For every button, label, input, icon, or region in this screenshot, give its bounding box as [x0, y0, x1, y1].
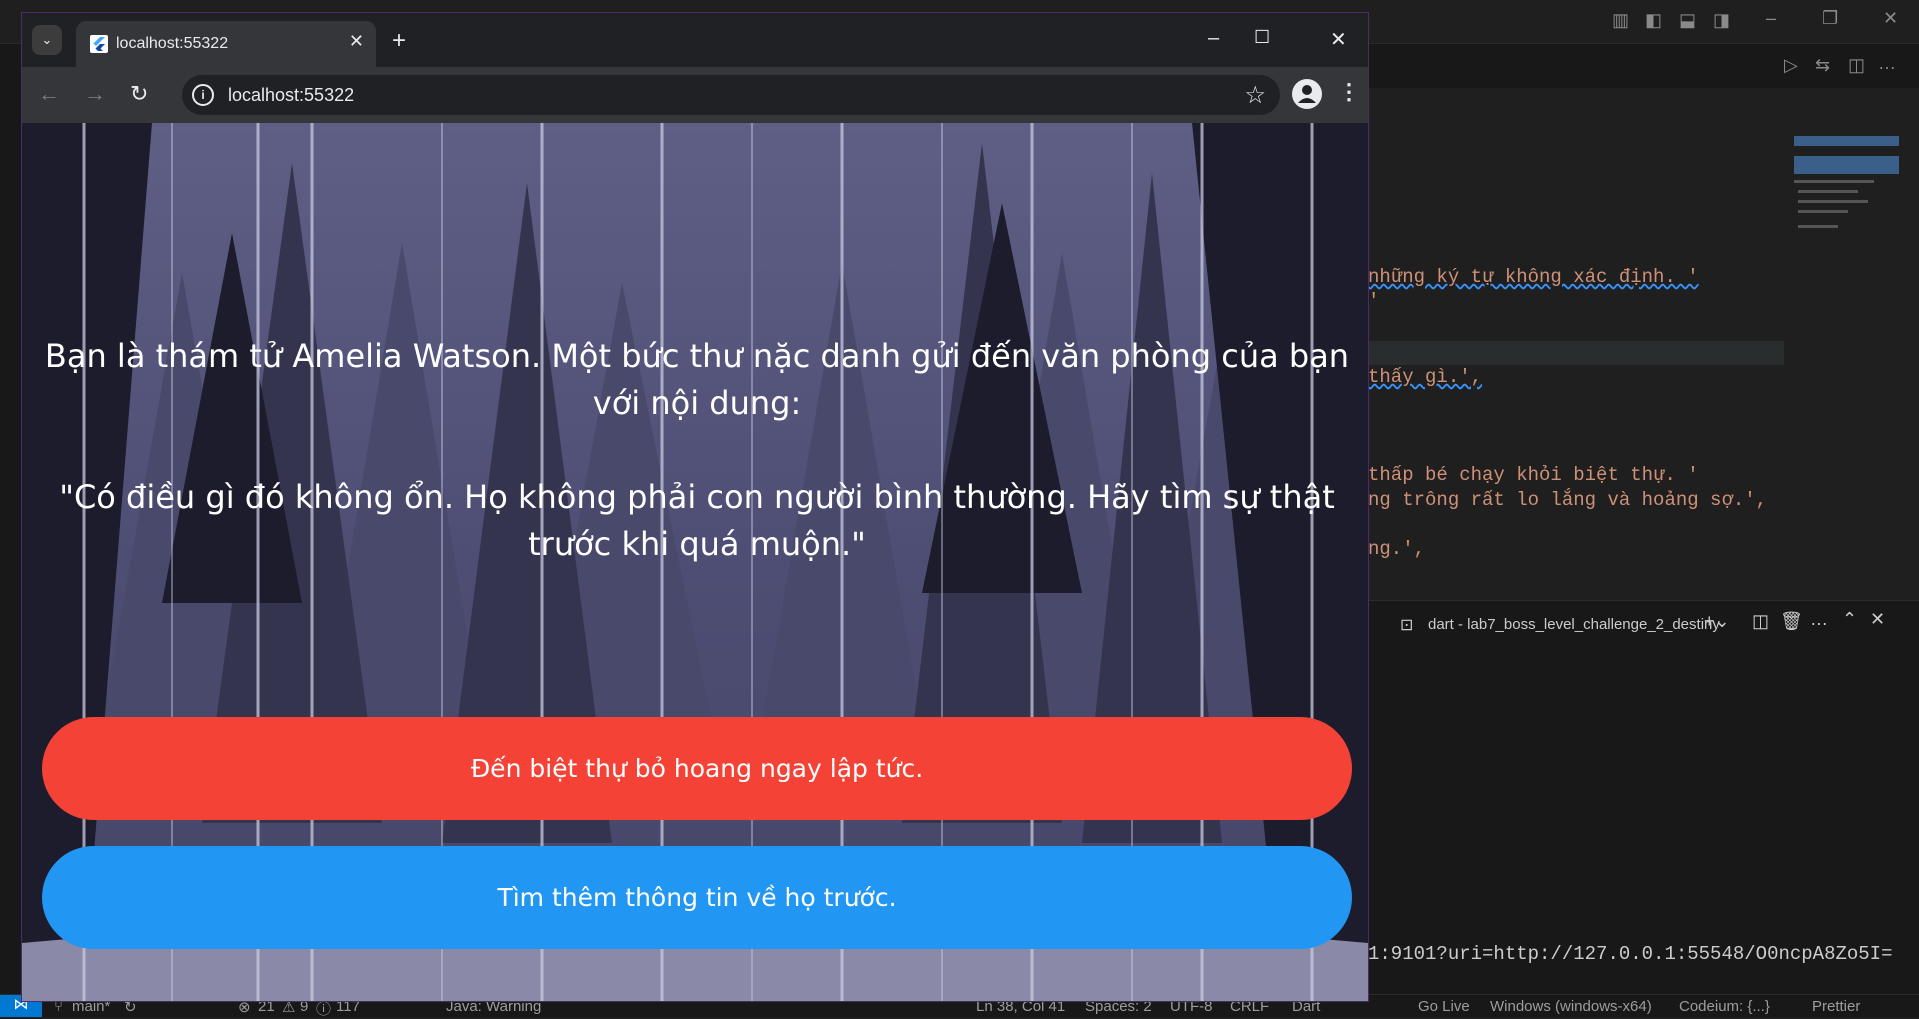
- terminal-tab-label[interactable]: dart - lab7_boss_level_challenge_2_desti…: [1428, 616, 1720, 633]
- tab-search-button[interactable]: ⌄: [32, 25, 62, 55]
- tab-title: localhost:55322: [116, 35, 229, 52]
- story-paragraph-letter: "Có điều gì đó không ổn. Họ không phải c…: [59, 478, 1335, 563]
- codeium-status[interactable]: Codeium: {...}: [1679, 998, 1770, 1015]
- maximize-panel-icon[interactable]: ⌃: [1842, 609, 1857, 630]
- code-line[interactable]: thấp bé chạy khỏi biệt thự. ': [1368, 464, 1699, 486]
- trash-icon[interactable]: 🗑: [1780, 611, 1803, 632]
- compare-icon[interactable]: ⇆: [1815, 55, 1830, 76]
- editor-tabs-bar: ▷ ⇆ ◫ …: [1368, 44, 1919, 88]
- browser-menu-icon[interactable]: ⋮: [1338, 79, 1360, 105]
- close-panel-icon[interactable]: ✕: [1870, 609, 1885, 630]
- choice-button-go-mansion[interactable]: Đến biệt thự bỏ hoang ngay lập tức.: [42, 717, 1352, 820]
- toggle-panel-icon[interactable]: ⬓: [1679, 10, 1696, 31]
- more-actions-icon[interactable]: …: [1878, 53, 1896, 74]
- close-window-icon[interactable]: ✕: [1330, 27, 1347, 52]
- new-terminal-icon[interactable]: +⌄: [1704, 611, 1730, 632]
- flutter-icon: [90, 35, 108, 53]
- platform[interactable]: Windows (windows-x64): [1490, 998, 1652, 1015]
- split-editor-icon[interactable]: ◫: [1848, 55, 1865, 76]
- browser-window: ⌄ localhost:55322 ✕ + – ☐ ✕ ← → ↻ i loca…: [21, 12, 1369, 1002]
- split-terminal-icon[interactable]: ◫: [1752, 611, 1769, 632]
- address-bar[interactable]: i localhost:55322 ☆: [182, 75, 1280, 115]
- story-text: Bạn là thám tử Amelia Watson. Một bức th…: [38, 333, 1356, 615]
- choice-button-research-first[interactable]: Tìm thêm thông tin về họ trước.: [42, 846, 1352, 949]
- reload-icon[interactable]: ↻: [130, 81, 148, 107]
- browser-toolbar: ← → ↻ i localhost:55322 ☆ ⋮: [22, 67, 1368, 123]
- terminal-output[interactable]: 1:9101?uri=http://127.0.0.1:55548/O0ncpA…: [1368, 943, 1893, 965]
- terminal-icon: ⊡: [1400, 617, 1414, 634]
- minimize-icon[interactable]: –: [1766, 8, 1776, 29]
- more-icon[interactable]: …: [1810, 609, 1828, 630]
- forward-icon[interactable]: →: [84, 81, 106, 107]
- story-paragraph-intro: Bạn là thám tử Amelia Watson. Một bức th…: [44, 337, 1350, 422]
- code-line[interactable]: ': [1368, 290, 1379, 312]
- profile-avatar-icon[interactable]: [1292, 79, 1322, 109]
- tab-close-icon[interactable]: ✕: [349, 31, 364, 52]
- activity-bar: [0, 44, 22, 994]
- minimap[interactable]: [1790, 110, 1905, 330]
- run-icon[interactable]: ▷: [1784, 55, 1798, 76]
- back-icon[interactable]: ←: [38, 81, 60, 107]
- game-screen: Bạn là thám tử Amelia Watson. Một bức th…: [22, 123, 1368, 1001]
- close-icon[interactable]: ✕: [1883, 8, 1898, 29]
- bookmark-star-icon[interactable]: ☆: [1244, 81, 1266, 110]
- toggle-sidebar-icon[interactable]: ◧: [1645, 10, 1662, 31]
- tab-strip: ⌄ localhost:55322 ✕ + – ☐ ✕: [22, 13, 1368, 67]
- new-tab-button[interactable]: +: [392, 27, 406, 55]
- maximize-icon[interactable]: ☐: [1254, 27, 1270, 48]
- restore-icon[interactable]: ❐: [1822, 8, 1838, 29]
- code-line[interactable]: những ký tự không xác định. ': [1368, 266, 1699, 288]
- current-line-highlight: [1368, 341, 1784, 365]
- url-text[interactable]: localhost:55322: [228, 85, 354, 106]
- site-info-icon[interactable]: i: [192, 84, 214, 106]
- minimize-icon[interactable]: –: [1208, 27, 1219, 50]
- code-line[interactable]: thấy gì.',: [1368, 366, 1482, 388]
- code-line[interactable]: ng.',: [1368, 538, 1425, 560]
- active-tab[interactable]: localhost:55322 ✕: [76, 21, 376, 67]
- layout-icon[interactable]: ▥: [1612, 10, 1629, 31]
- toggle-secondary-sidebar-icon[interactable]: ◨: [1713, 10, 1730, 31]
- go-live[interactable]: Go Live: [1418, 998, 1470, 1015]
- code-line[interactable]: ng trông rất lo lắng và hoảng sợ.',: [1368, 489, 1767, 511]
- prettier-status[interactable]: Prettier: [1812, 998, 1860, 1015]
- terminal-panel: ⊡ dart - lab7_boss_level_challenge_2_des…: [1368, 600, 1919, 994]
